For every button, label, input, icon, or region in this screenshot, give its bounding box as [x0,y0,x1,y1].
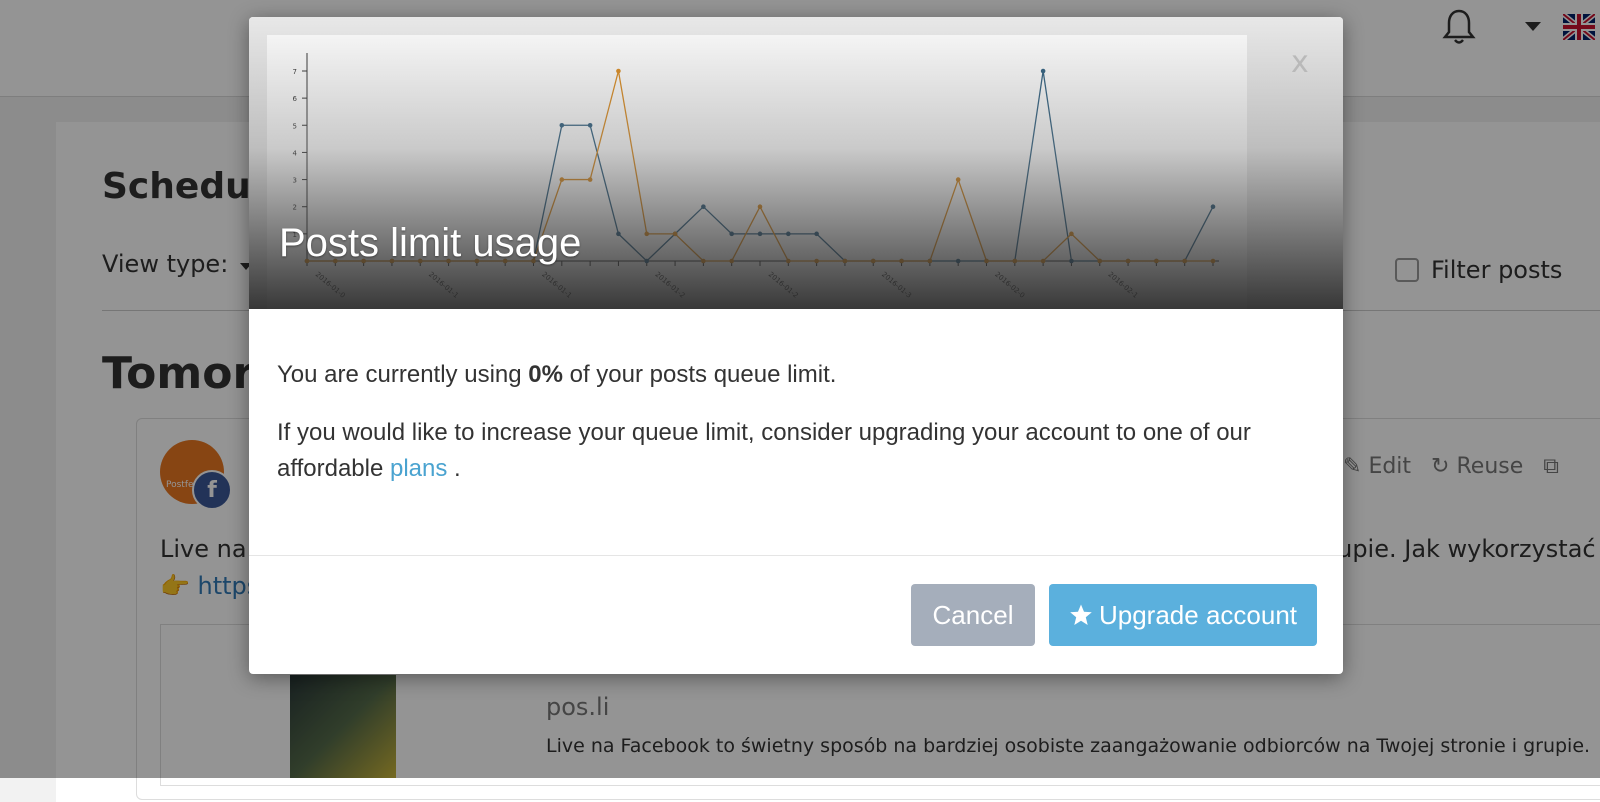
usage-suffix: of your posts queue limit. [562,361,837,388]
modal-title: Posts limit usage [279,221,582,265]
close-icon[interactable]: x [1291,45,1309,80]
upgrade-account-label: Upgrade account [1098,599,1298,630]
modal-body: You are currently using 0% of your posts… [277,357,1317,509]
usage-value: 0% [528,361,563,388]
cancel-button[interactable]: Cancel [911,584,1035,646]
plans-link[interactable]: plans [390,455,447,482]
posts-limit-modal: 12345672016-01-02016-01-12016-01-12016-0… [249,17,1343,674]
usage-prefix: You are currently using [277,361,529,388]
star-icon [1069,603,1093,627]
modal-footer-divider [249,555,1343,556]
modal-header: 12345672016-01-02016-01-12016-01-12016-0… [249,17,1343,309]
upgrade-text-end: . [447,455,461,482]
upgrade-sentence: If you would like to increase your queue… [277,415,1317,487]
upgrade-account-button[interactable]: Upgrade account [1049,584,1317,646]
usage-sentence: You are currently using 0% of your posts… [277,357,1317,393]
